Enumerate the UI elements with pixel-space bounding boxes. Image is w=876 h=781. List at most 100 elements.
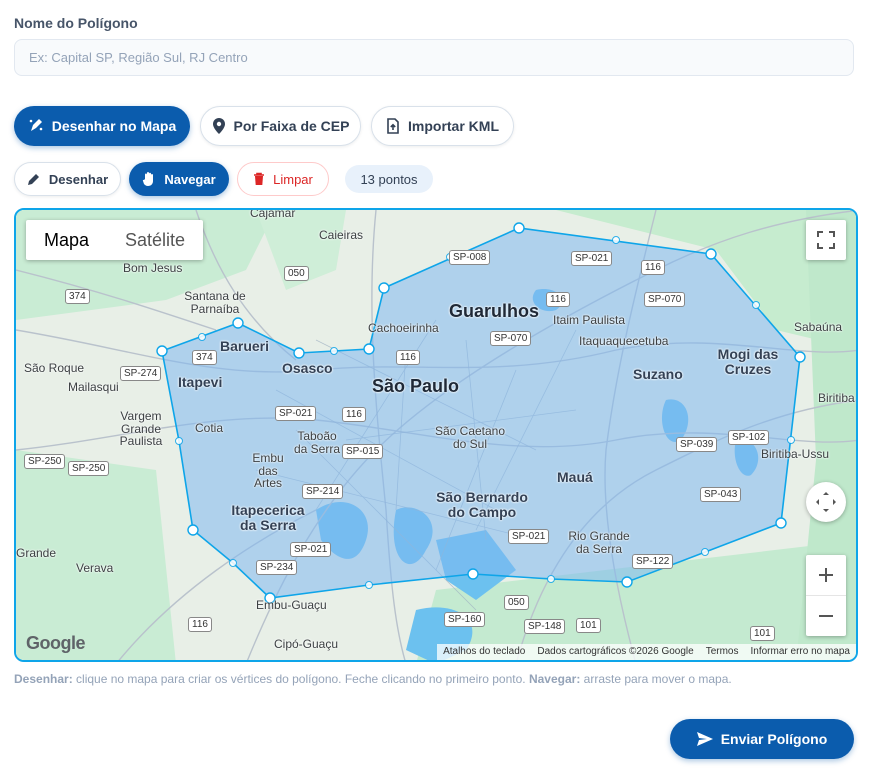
map-type-satellite-button[interactable]: Satélite <box>107 220 203 260</box>
road-shield: SP-021 <box>508 529 550 544</box>
place-label: Suzano <box>633 366 683 382</box>
tab-kml-label: Importar KML <box>408 118 499 134</box>
place-label: Verava <box>76 561 114 575</box>
place-label: Itaquaquecetuba <box>579 334 669 348</box>
zoom-out-button[interactable] <box>806 596 846 636</box>
map-type-map-button[interactable]: Mapa <box>26 220 107 260</box>
road-shield: SP-021 <box>290 542 332 557</box>
place-label: Barueri <box>220 338 270 354</box>
zoom-control <box>806 555 846 636</box>
points-count-badge: 13 pontos <box>345 165 433 193</box>
place-label: Cipó-Guaçu <box>274 637 339 651</box>
pin-icon <box>212 118 225 134</box>
place-label: Cotia <box>195 421 224 435</box>
road-shield: SP-160 <box>444 612 486 627</box>
file-upload-icon <box>387 118 399 134</box>
road-shield: SP-274 <box>120 366 162 381</box>
place-label: São Roque <box>24 361 85 375</box>
pencil-icon <box>27 174 39 185</box>
place-label: Cachoeirinha <box>368 321 439 335</box>
tab-import-kml[interactable]: Importar KML <box>371 106 514 146</box>
google-logo: Google <box>26 633 86 653</box>
keyboard-shortcuts-link[interactable]: Atalhos do teclado <box>437 644 531 660</box>
place-label: Osasco <box>282 360 333 376</box>
road-shield: 116 <box>396 350 420 365</box>
place-label: Mauá <box>557 469 593 485</box>
road-shield: SP-039 <box>676 437 718 452</box>
place-label: Biritiba-Ussu <box>761 447 830 461</box>
map-data-credit: Dados cartográficos ©2026 Google <box>537 646 694 657</box>
road-shield: 374 <box>65 289 90 304</box>
fullscreen-icon <box>817 231 835 249</box>
minus-icon <box>819 614 833 617</box>
camera-control-button[interactable] <box>806 482 846 522</box>
road-shield: SP-148 <box>524 619 566 634</box>
road-shield: 101 <box>576 618 601 633</box>
hint-nav-bold: Navegar: <box>528 672 581 686</box>
polygon-name-label: Nome do Polígono <box>14 15 138 31</box>
zoom-in-button[interactable] <box>806 556 846 596</box>
place-label: Itapecerica da Serra <box>231 502 305 533</box>
road-shield: 374 <box>192 350 217 365</box>
place-label: São Bernardo do Campo <box>436 489 528 520</box>
map-attribution: Atalhos do teclado Dados cartográficos ©… <box>437 644 856 660</box>
place-label: Taboão da Serra <box>293 429 341 456</box>
draw-tool-button[interactable]: Desenhar <box>14 162 121 196</box>
road-shield: 116 <box>641 260 665 275</box>
place-label: Itaim Paulista <box>553 313 626 327</box>
road-shield: SP-234 <box>256 560 298 575</box>
road-shield: SP-008 <box>449 250 491 265</box>
navigate-tool-label: Navegar <box>164 171 216 187</box>
place-label: Cajamar <box>250 208 296 220</box>
road-shield: SP-122 <box>632 554 674 569</box>
road-shield: 116 <box>188 617 212 632</box>
road-shield: SP-043 <box>700 487 742 502</box>
draw-tool-label: Desenhar <box>48 171 109 187</box>
place-label: Bom Jesus <box>123 261 183 275</box>
report-error-link[interactable]: Informar erro no mapa <box>745 644 857 660</box>
terms-link[interactable]: Termos <box>700 644 745 660</box>
hint-draw-text: clique no mapa para criar os vértices do… <box>72 672 529 686</box>
place-label: São Caetano do Sul <box>434 424 506 451</box>
road-shield: SP-021 <box>571 251 613 266</box>
clear-label: Limpar <box>273 171 313 187</box>
place-label: Biritiba <box>818 391 855 405</box>
submit-polygon-button[interactable]: Enviar Polígono <box>670 719 854 759</box>
road-shield: SP-070 <box>490 331 532 346</box>
place-label: Mailasqui <box>68 380 119 394</box>
hint-nav-text: arraste para mover o mapa. <box>580 672 732 686</box>
place-label: Rio Grande da Serra <box>568 529 630 556</box>
road-shield: 116 <box>546 292 570 307</box>
road-shield: 050 <box>504 595 529 610</box>
tab-draw-on-map[interactable]: Desenhar no Mapa <box>14 106 190 146</box>
place-label: Guarulhos <box>449 301 540 321</box>
tab-draw-label: Desenhar no Mapa <box>51 118 177 134</box>
map-canvas[interactable]: São Paulo Guarulhos Barueri Osasco Itape… <box>14 208 858 662</box>
navigate-tool-button[interactable]: Navegar <box>129 162 229 196</box>
clear-button[interactable]: Limpar <box>237 162 329 196</box>
place-label: Santana de Parnaíba <box>184 289 246 316</box>
road-shield: SP-015 <box>342 444 384 459</box>
fullscreen-button[interactable] <box>806 220 846 260</box>
send-icon <box>696 732 713 746</box>
place-label: Mogi das Cruzes <box>717 346 779 377</box>
road-shield: 101 <box>750 626 775 641</box>
pan-arrows-icon <box>816 492 836 512</box>
usage-hint: Desenhar: clique no mapa para criar os v… <box>14 672 732 686</box>
place-label: Embu-Guaçu <box>256 598 327 612</box>
polygon-name-input[interactable] <box>14 39 854 76</box>
place-label: Grande <box>16 546 57 560</box>
place-label: Vargem Grande Paulista <box>119 409 163 449</box>
road-shield: 050 <box>284 266 309 281</box>
road-shield: SP-250 <box>68 461 110 476</box>
place-label: São Paulo <box>372 376 460 396</box>
map-type-control: Mapa Satélite <box>26 220 204 260</box>
tab-cep-range[interactable]: Por Faixa de CEP <box>200 106 361 146</box>
road-shield: SP-021 <box>275 406 317 421</box>
place-label: Itapevi <box>178 374 223 390</box>
draw-icon <box>29 119 43 131</box>
trash-icon <box>254 172 265 185</box>
road-shield: SP-102 <box>728 430 770 445</box>
tab-cep-label: Por Faixa de CEP <box>233 118 350 134</box>
road-shield: SP-214 <box>302 484 344 499</box>
